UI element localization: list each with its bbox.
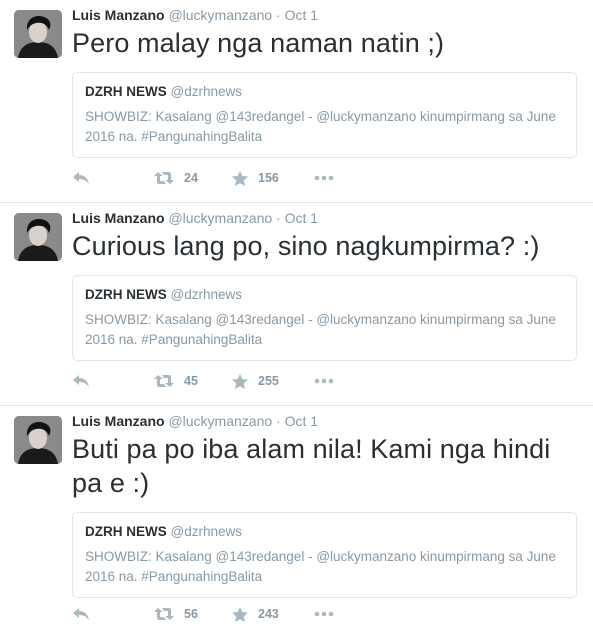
quoted-header: DZRH NEWS @dzrhnews [85,83,564,101]
more-button[interactable] [314,611,334,617]
reply-icon [73,172,89,184]
tweet-actions: 45 255 [72,371,334,391]
quoted-author-name: DZRH NEWS [85,84,167,99]
tweet-text: Buti pa po iba alam nila! Kami nga hindi… [72,434,551,498]
more-icon [314,378,334,384]
retweet-icon [154,375,174,387]
reply-button[interactable] [72,607,154,621]
tweet-text: Pero malay nga naman natin ;) [72,28,445,58]
avatar-photo-icon [14,416,62,464]
author-name[interactable]: Luis Manzano [72,413,165,429]
avatar[interactable] [14,416,62,464]
more-button[interactable] [314,175,334,181]
star-icon [232,606,248,622]
favorite-button[interactable]: 156 [232,170,314,186]
reply-button[interactable] [72,374,154,388]
tweet-header: Luis Manzano @luckymanzano · Oct 1 [72,6,577,24]
reply-button[interactable] [72,171,154,185]
quoted-author-handle: @dzrhnews [170,287,242,302]
avatar[interactable] [14,213,62,261]
tweet-actions: 56 243 [72,604,334,624]
quoted-tweet[interactable]: DZRH NEWS @dzrhnews SHOWBIZ: Kasalang @1… [72,72,577,158]
reply-icon [73,608,89,620]
avatar[interactable] [14,10,62,58]
quoted-text: SHOWBIZ: Kasalang @143redangel - @luckym… [85,549,556,584]
favorite-count: 156 [258,171,279,185]
retweet-count: 45 [184,374,198,388]
quoted-author-handle: @dzrhnews [170,84,242,99]
retweet-button[interactable]: 45 [154,374,232,388]
favorite-count: 243 [258,607,279,621]
tweet-header: Luis Manzano @luckymanzano · Oct 1 [72,209,577,227]
separator: · [276,413,281,429]
author-handle[interactable]: @luckymanzano [168,7,272,23]
favorite-button[interactable]: 255 [232,373,314,389]
star-icon [232,170,248,186]
tweet-header: Luis Manzano @luckymanzano · Oct 1 [72,412,577,430]
more-icon [314,611,334,617]
more-icon [314,175,334,181]
retweet-icon [154,608,174,620]
timestamp[interactable]: Oct 1 [285,210,318,226]
quoted-tweet[interactable]: DZRH NEWS @dzrhnews SHOWBIZ: Kasalang @1… [72,275,577,361]
separator: · [276,7,281,23]
favorite-count: 255 [258,374,279,388]
quoted-tweet[interactable]: DZRH NEWS @dzrhnews SHOWBIZ: Kasalang @1… [72,512,577,598]
favorite-button[interactable]: 243 [232,606,314,622]
retweet-button[interactable]: 56 [154,607,232,621]
author-handle[interactable]: @luckymanzano [168,413,272,429]
quoted-header: DZRH NEWS @dzrhnews [85,523,564,541]
quoted-author-name: DZRH NEWS [85,524,167,539]
tweet[interactable]: Luis Manzano @luckymanzano · Oct 1 Buti … [0,406,593,638]
retweet-button[interactable]: 24 [154,171,232,185]
avatar-photo-icon [14,10,62,58]
author-name[interactable]: Luis Manzano [72,210,165,226]
tweet[interactable]: Luis Manzano @luckymanzano · Oct 1 Pero … [0,0,593,203]
retweet-count: 56 [184,607,198,621]
quoted-author-name: DZRH NEWS [85,287,167,302]
timestamp[interactable]: Oct 1 [285,7,318,23]
quoted-text: SHOWBIZ: Kasalang @143redangel - @luckym… [85,312,556,347]
tweet-actions: 24 156 [72,168,334,188]
more-button[interactable] [314,378,334,384]
avatar-photo-icon [14,213,62,261]
quoted-header: DZRH NEWS @dzrhnews [85,286,564,304]
author-handle[interactable]: @luckymanzano [168,210,272,226]
quoted-author-handle: @dzrhnews [170,524,242,539]
star-icon [232,373,248,389]
reply-icon [73,375,89,387]
timestamp[interactable]: Oct 1 [285,413,318,429]
retweet-count: 24 [184,171,198,185]
retweet-icon [154,172,174,184]
author-name[interactable]: Luis Manzano [72,7,165,23]
tweet[interactable]: Luis Manzano @luckymanzano · Oct 1 Curio… [0,203,593,406]
quoted-text: SHOWBIZ: Kasalang @143redangel - @luckym… [85,109,556,144]
tweet-text: Curious lang po, sino nagkumpirma? :) [72,231,540,261]
separator: · [276,210,281,226]
